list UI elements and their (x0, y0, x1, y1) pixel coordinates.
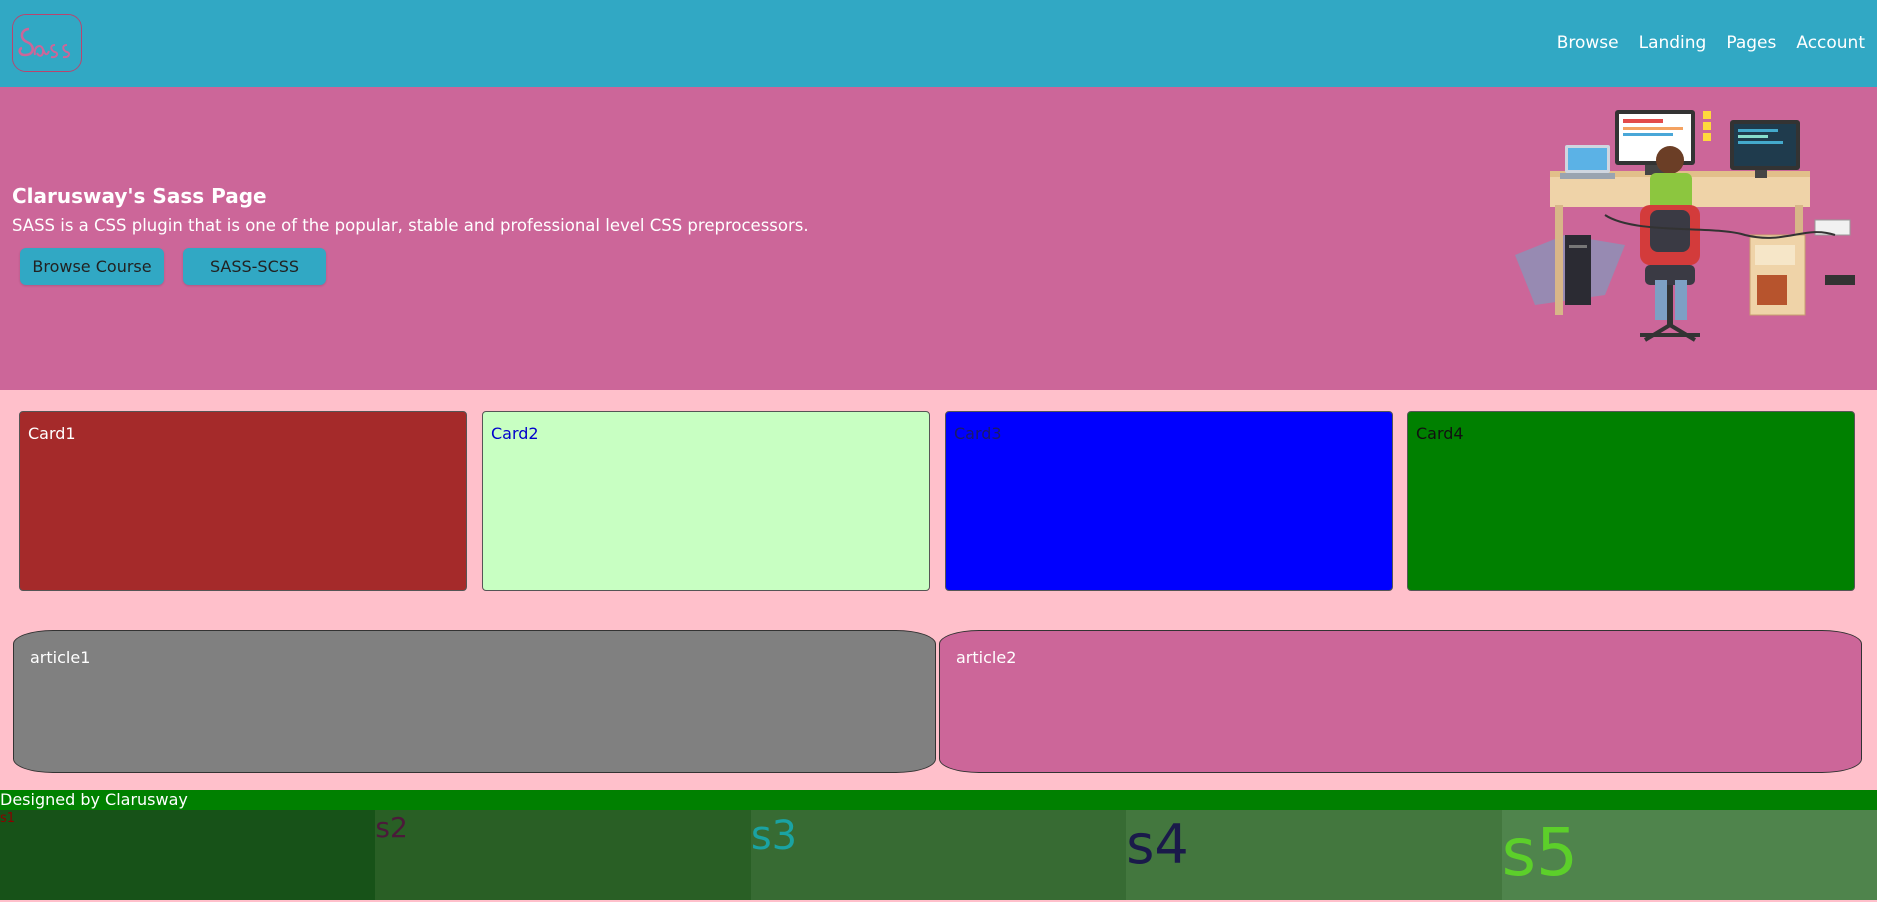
nav-link-browse[interactable]: Browse (1557, 33, 1619, 53)
card-4: Card4 (1407, 411, 1855, 591)
article-1: article1 (13, 630, 936, 773)
card-1: Card1 (19, 411, 467, 591)
card-2-label: Card2 (491, 424, 539, 443)
section-s2-label: s2 (375, 811, 408, 844)
section-s5: s5 (1501, 810, 1877, 900)
nav-link-pages[interactable]: Pages (1726, 33, 1776, 53)
card-3-label: Card3 (954, 424, 1002, 443)
section-s2: s2 (375, 810, 751, 900)
article-2: article2 (939, 630, 1862, 773)
browse-course-button[interactable]: Browse Course (20, 248, 164, 285)
nav-link-landing[interactable]: Landing (1639, 33, 1707, 53)
section-s5-label: s5 (1501, 814, 1579, 891)
article-2-label: article2 (956, 648, 1017, 667)
section-s1: s1 (0, 810, 376, 900)
section-s4-label: s4 (1126, 813, 1189, 876)
color-sections: s1 s2 s3 s4 s5 (0, 810, 1877, 900)
sass-logo[interactable] (12, 14, 82, 72)
card-4-label: Card4 (1416, 424, 1464, 443)
section-s3: s3 (750, 810, 1127, 900)
section-s3-label: s3 (750, 813, 798, 859)
article-1-label: article1 (30, 648, 91, 667)
section-s1-label: s1 (0, 811, 16, 826)
hero-description: SASS is a CSS plugin that is one of the … (12, 216, 809, 235)
hero-section: Clarusway's Sass Page SASS is a CSS plug… (0, 87, 1877, 390)
card-3: Card3 (945, 411, 1393, 591)
nav-link-account[interactable]: Account (1796, 33, 1865, 53)
sass-scss-button[interactable]: SASS-SCSS (183, 248, 326, 285)
developer-desk-illustration (1515, 110, 1855, 342)
nav-links: Browse Landing Pages Account (1557, 33, 1865, 53)
footer: Designed by Clarusway (0, 790, 1877, 810)
card-1-label: Card1 (28, 424, 76, 443)
navbar: Browse Landing Pages Account (0, 0, 1877, 87)
section-s4: s4 (1126, 810, 1502, 900)
hero-title: Clarusway's Sass Page (12, 184, 267, 208)
footer-text: Designed by Clarusway (0, 790, 188, 809)
sass-logo-icon (13, 15, 80, 70)
card-2: Card2 (482, 411, 930, 591)
